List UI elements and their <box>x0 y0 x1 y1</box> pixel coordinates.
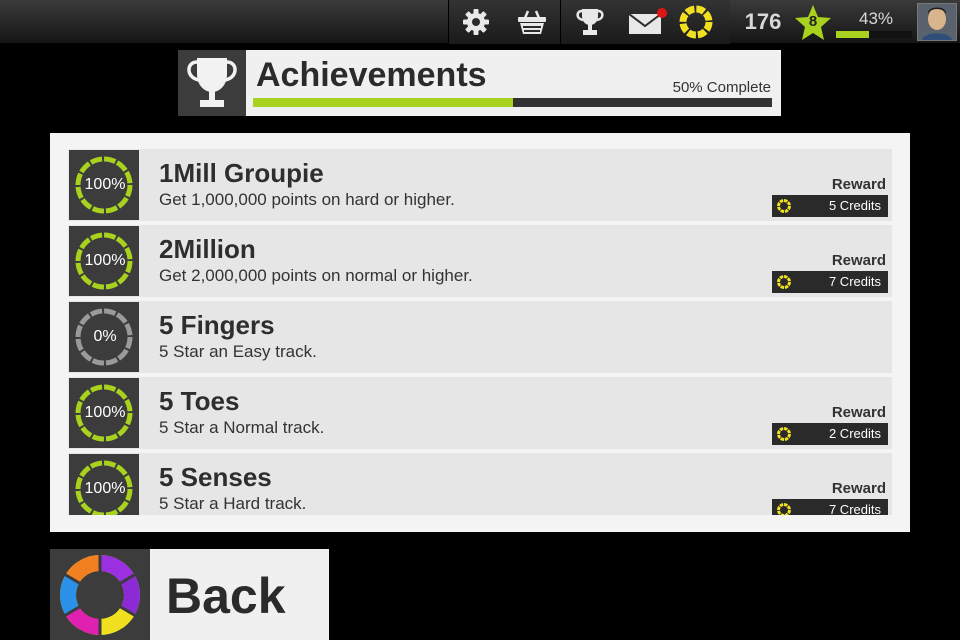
reward-credits: 7 Credits <box>828 274 881 289</box>
reward-label: Reward <box>831 252 886 269</box>
shop-basket-icon[interactable] <box>516 6 548 38</box>
reward-label: Reward <box>831 404 886 421</box>
top-bar: 176 8 43% <box>0 0 960 44</box>
achievement-percent: 0% <box>93 328 117 345</box>
achievements-header: Achievements 50% Complete <box>246 50 781 116</box>
credits-coin-icon <box>777 275 791 289</box>
completion-progress-fill <box>253 98 513 107</box>
page-title: Achievements <box>256 56 487 94</box>
reward-credits-badge: 7 Credits <box>772 499 888 515</box>
achievement-description: Get 1,000,000 points on hard or higher. <box>159 190 455 209</box>
reward-credits: 2 Credits <box>828 426 881 441</box>
achievement-row[interactable]: 100% 5 Senses 5 Star a Hard track. Reward 7 … <box>68 453 892 515</box>
achievements-trophy-icon <box>178 50 246 116</box>
reward-credits-badge: 2 Credits <box>772 423 888 445</box>
achievement-title: 5 Toes <box>159 386 240 416</box>
reward-credits: 5 Credits <box>828 198 881 213</box>
level-number: 8 <box>808 13 818 30</box>
progress-ring-icon: 100% <box>69 378 139 448</box>
achievement-title: 2Million <box>159 234 256 264</box>
xp-percent: 43% <box>858 9 894 28</box>
achievement-description: 5 Star a Normal track. <box>159 418 325 437</box>
achievement-row[interactable]: 0% 5 Fingers 5 Star an Easy track. <box>68 301 892 373</box>
achievement-list[interactable]: 100% 1Mill Groupie Get 1,000,000 points on… <box>68 149 892 515</box>
coins-count: 176 <box>744 9 782 34</box>
reward-label: Reward <box>831 480 886 497</box>
color-wheel-icon <box>50 549 150 640</box>
avatar[interactable] <box>917 3 957 41</box>
achievement-row[interactable]: 100% 2Million Get 2,000,000 points on norm… <box>68 225 892 297</box>
notification-dot <box>657 8 667 18</box>
xp-progress-fill <box>836 31 869 38</box>
progress-ring-icon: 100% <box>69 454 139 515</box>
reward-credits-badge: 5 Credits <box>772 195 888 217</box>
progress-ring-icon: 100% <box>69 150 139 220</box>
back-label-box: Back <box>150 549 329 640</box>
xp-progress-bar <box>836 31 912 38</box>
reward-credits: 7 Credits <box>828 502 881 515</box>
achievement-title: 5 Fingers <box>159 310 275 340</box>
credits-coin-icon[interactable] <box>678 4 714 40</box>
achievement-row[interactable]: 100% 5 Toes 5 Star a Normal track. Reward 2 … <box>68 377 892 449</box>
achievement-percent: 100% <box>84 252 126 269</box>
gear-icon[interactable] <box>460 6 492 38</box>
progress-ring-icon: 100% <box>69 226 139 296</box>
completion-progress-bar <box>253 98 772 107</box>
completion-label: 50% Complete <box>672 79 771 96</box>
back-label: Back <box>166 568 286 624</box>
achievement-row[interactable]: 100% 1Mill Groupie Get 1,000,000 points on… <box>68 149 892 221</box>
achievement-percent: 100% <box>84 176 126 193</box>
achievement-description: Get 2,000,000 points on normal or higher… <box>159 266 473 285</box>
credits-coin-icon <box>777 199 791 213</box>
reward-label: Reward <box>831 176 886 193</box>
back-button[interactable]: Back <box>50 549 329 640</box>
achievement-description: 5 Star a Hard track. <box>159 494 307 513</box>
achievement-list-panel: 100% 1Mill Groupie Get 1,000,000 points on… <box>50 133 910 532</box>
credits-coin-icon <box>777 503 791 515</box>
progress-ring-icon: 0% <box>69 302 139 372</box>
achievement-title: 1Mill Groupie <box>159 158 324 188</box>
achievement-percent: 100% <box>84 404 126 421</box>
credits-coin-icon <box>777 427 791 441</box>
reward-credits-badge: 7 Credits <box>772 271 888 293</box>
achievement-description: 5 Star an Easy track. <box>159 342 317 361</box>
mail-icon[interactable] <box>628 6 668 38</box>
achievement-title: 5 Senses <box>159 462 272 492</box>
achievement-percent: 100% <box>84 480 126 497</box>
trophy-icon[interactable] <box>574 6 606 38</box>
